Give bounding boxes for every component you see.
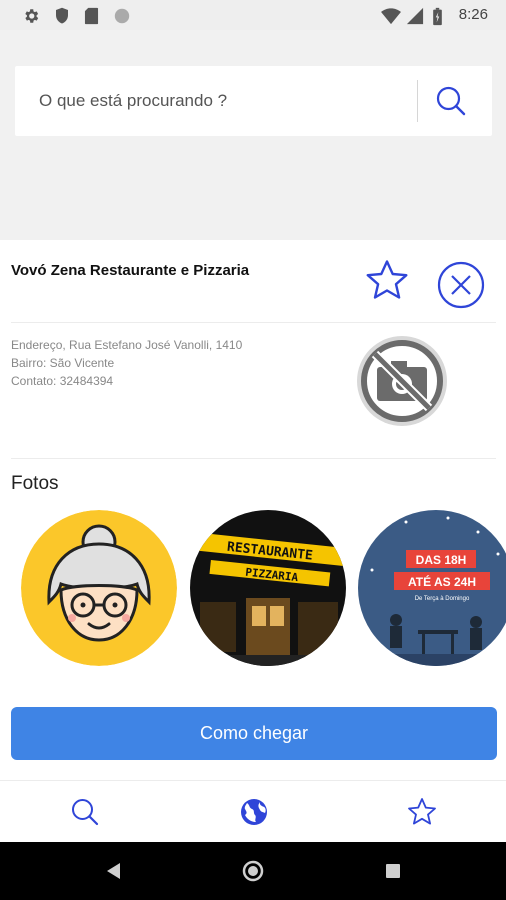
shield-icon bbox=[56, 7, 68, 24]
search-bar bbox=[15, 66, 492, 136]
nav-search-icon[interactable] bbox=[68, 795, 102, 829]
grandma-avatar-icon bbox=[21, 510, 177, 666]
nav-star-icon[interactable] bbox=[405, 795, 439, 829]
place-detail-sheet: Vovó Zena Restaurante e Pizzaria Endereç… bbox=[0, 240, 506, 780]
photo-restaurant-facade[interactable]: RESTAURANTE PIZZARIA bbox=[190, 510, 346, 666]
search-input[interactable] bbox=[39, 86, 409, 116]
favorite-star-button[interactable] bbox=[363, 257, 411, 305]
promo-line-2: ATÉ AS 24H bbox=[408, 574, 476, 589]
search-button[interactable] bbox=[433, 83, 469, 119]
photo-promo-banner[interactable]: DAS 18H ATÉ AS 24H De Terça à Domingo bbox=[358, 510, 506, 666]
back-icon[interactable] bbox=[105, 862, 123, 880]
wifi-icon bbox=[381, 8, 401, 25]
sd-card-icon bbox=[84, 7, 99, 25]
gear-icon bbox=[25, 9, 39, 23]
no-photo-icon bbox=[357, 336, 447, 426]
place-address: Endereço, Rua Estefano José Vanolli, 141… bbox=[11, 338, 243, 352]
status-bar: 8:26 bbox=[0, 0, 506, 30]
photo-grandma-logo[interactable] bbox=[21, 510, 177, 666]
status-time: 8:26 bbox=[458, 6, 488, 23]
close-button[interactable] bbox=[436, 260, 486, 310]
home-icon[interactable] bbox=[242, 860, 264, 882]
promo-line-3: De Terça à Domingo bbox=[415, 596, 470, 602]
place-name: Vovó Zena Restaurante e Pizzaria bbox=[11, 262, 250, 279]
circle-icon bbox=[114, 8, 130, 24]
system-nav-bar bbox=[0, 842, 506, 900]
signal-icon bbox=[406, 7, 424, 25]
bottom-nav bbox=[0, 780, 506, 842]
nav-globe-icon[interactable] bbox=[237, 795, 271, 829]
divider bbox=[11, 458, 496, 459]
place-neighborhood: Bairro: São Vicente bbox=[11, 356, 115, 370]
photos-title: Fotos bbox=[11, 473, 59, 494]
directions-button[interactable]: Como chegar bbox=[11, 707, 497, 760]
battery-icon bbox=[433, 7, 442, 26]
restaurant-facade-image: RESTAURANTE PIZZARIA bbox=[190, 510, 346, 666]
promo-banner-image: DAS 18H ATÉ AS 24H De Terça à Domingo bbox=[358, 510, 506, 666]
promo-line-1: DAS 18H bbox=[416, 553, 467, 567]
recents-icon[interactable] bbox=[385, 863, 401, 879]
place-contact: Contato: 32484394 bbox=[11, 374, 114, 388]
search-divider bbox=[417, 80, 418, 122]
divider bbox=[11, 322, 496, 323]
